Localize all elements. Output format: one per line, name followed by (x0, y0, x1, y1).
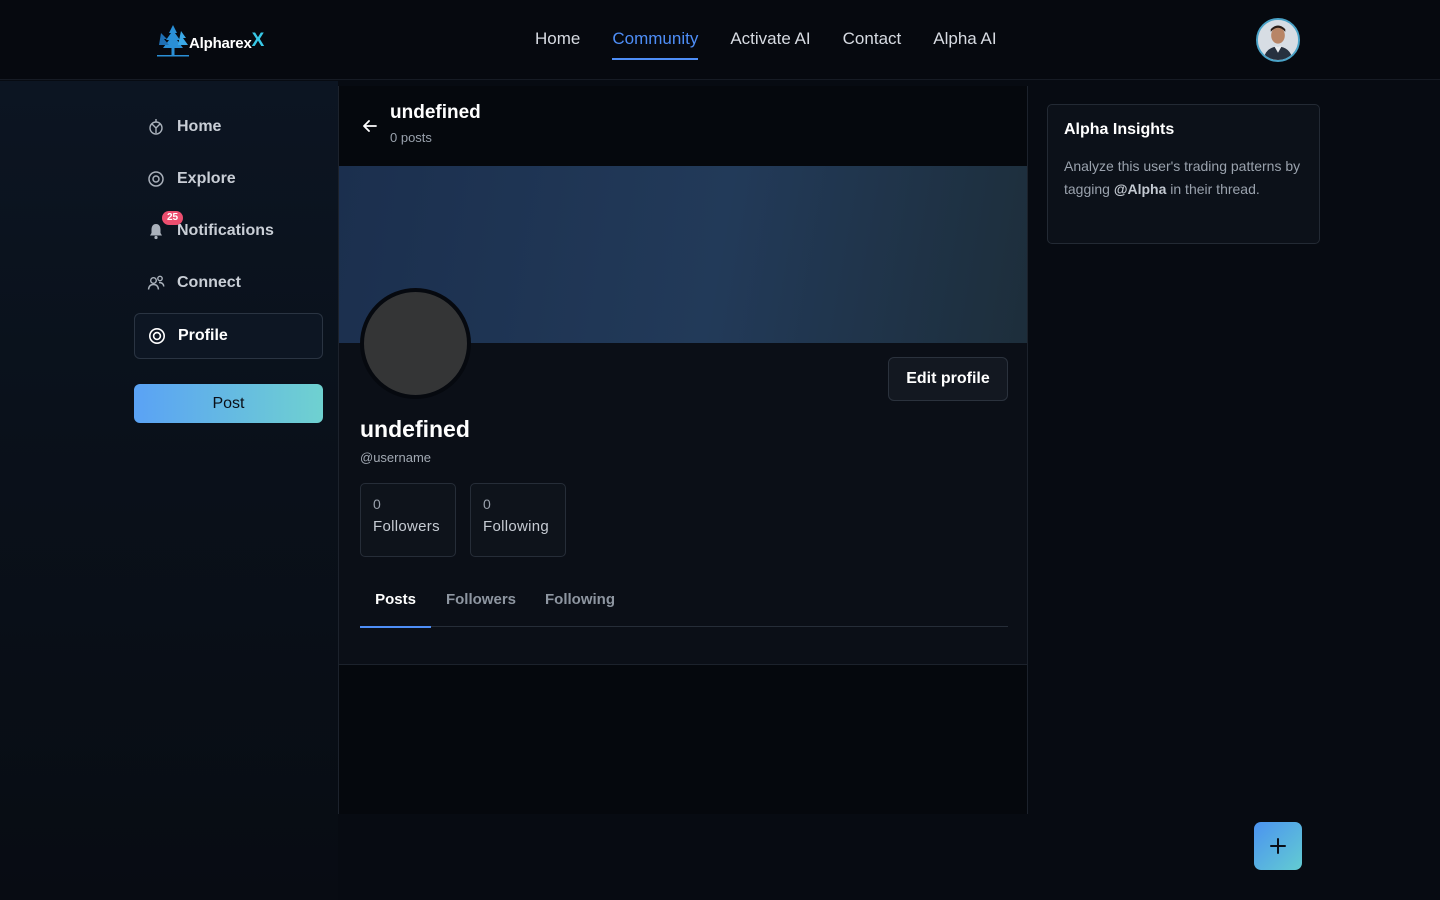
profile-header: undefined 0 posts (339, 86, 1027, 166)
logo-text: Alpharex (189, 34, 252, 52)
sidebar-item-explore[interactable]: Explore (134, 156, 323, 202)
profile-tabs: Posts Followers Following (360, 579, 1008, 628)
sidebar-item-connect[interactable]: Connect (134, 260, 323, 306)
followers-label: Followers (373, 518, 440, 535)
profile-main-column: undefined 0 posts Edit profile undefined… (338, 86, 1028, 814)
bell-icon (147, 222, 165, 240)
tab-posts[interactable]: Posts (360, 579, 431, 628)
profile-handle: @username (360, 450, 432, 465)
sidebar-item-label: Explore (177, 170, 236, 187)
sidebar-item-notifications[interactable]: 25 Notifications (134, 208, 323, 254)
compose-fab-button[interactable] (1254, 822, 1302, 870)
header-post-count: 0 posts (390, 130, 432, 145)
alpha-insights-card: Alpha Insights Analyze this user's tradi… (1047, 104, 1320, 244)
alpha-mention[interactable]: @Alpha (1114, 181, 1167, 197)
insights-title: Alpha Insights (1064, 121, 1175, 138)
edit-profile-button[interactable]: Edit profile (888, 357, 1008, 401)
sidebar-item-label: Notifications (177, 222, 274, 239)
nav-item-activate-ai[interactable]: Activate AI (714, 0, 826, 80)
alpharex-logo[interactable]: Alpharex X (155, 20, 280, 60)
explore-icon (147, 170, 165, 188)
logo-accent-x: X (251, 30, 265, 51)
nav-item-home[interactable]: Home (519, 0, 596, 80)
top-navigation-bar: Alpharex X Home Community Activate AI Co… (0, 0, 1440, 80)
following-stat[interactable]: 0 Following (470, 483, 566, 557)
profile-icon (148, 327, 166, 345)
tab-following[interactable]: Following (543, 579, 617, 627)
left-sidebar (0, 81, 338, 900)
following-label: Following (483, 518, 550, 535)
sidebar-item-label: Home (177, 118, 222, 135)
sidebar-item-profile[interactable]: Profile (134, 313, 323, 359)
main-nav: Home Community Activate AI Contact Alpha… (519, 0, 1013, 80)
home-icon (147, 118, 165, 136)
following-count: 0 (483, 496, 491, 512)
followers-count: 0 (373, 496, 381, 512)
user-avatar[interactable] (1256, 18, 1300, 62)
sidebar-item-label: Connect (177, 274, 241, 291)
tab-followers[interactable]: Followers (442, 579, 520, 627)
header-title: undefined (390, 102, 481, 123)
sidebar-item-home[interactable]: Home (134, 104, 323, 150)
profile-avatar[interactable] (360, 288, 471, 399)
user-photo-icon (1258, 20, 1298, 60)
sidebar-item-label: Profile (178, 327, 228, 344)
post-button[interactable]: Post (134, 384, 323, 423)
profile-name: undefined (360, 416, 470, 442)
back-arrow-icon[interactable] (360, 116, 380, 136)
nav-item-community[interactable]: Community (596, 0, 714, 80)
users-icon (147, 274, 165, 292)
insights-text-after: in their thread. (1166, 180, 1260, 197)
tree-logo-icon (157, 25, 189, 57)
nav-item-alpha-ai[interactable]: Alpha AI (917, 0, 1012, 80)
followers-stat[interactable]: 0 Followers (360, 483, 456, 557)
nav-item-contact[interactable]: Contact (827, 0, 918, 80)
plus-icon (1270, 838, 1286, 854)
insights-text: Analyze this user's trading patterns by … (1064, 155, 1303, 200)
notifications-count-badge: 25 (162, 211, 184, 225)
